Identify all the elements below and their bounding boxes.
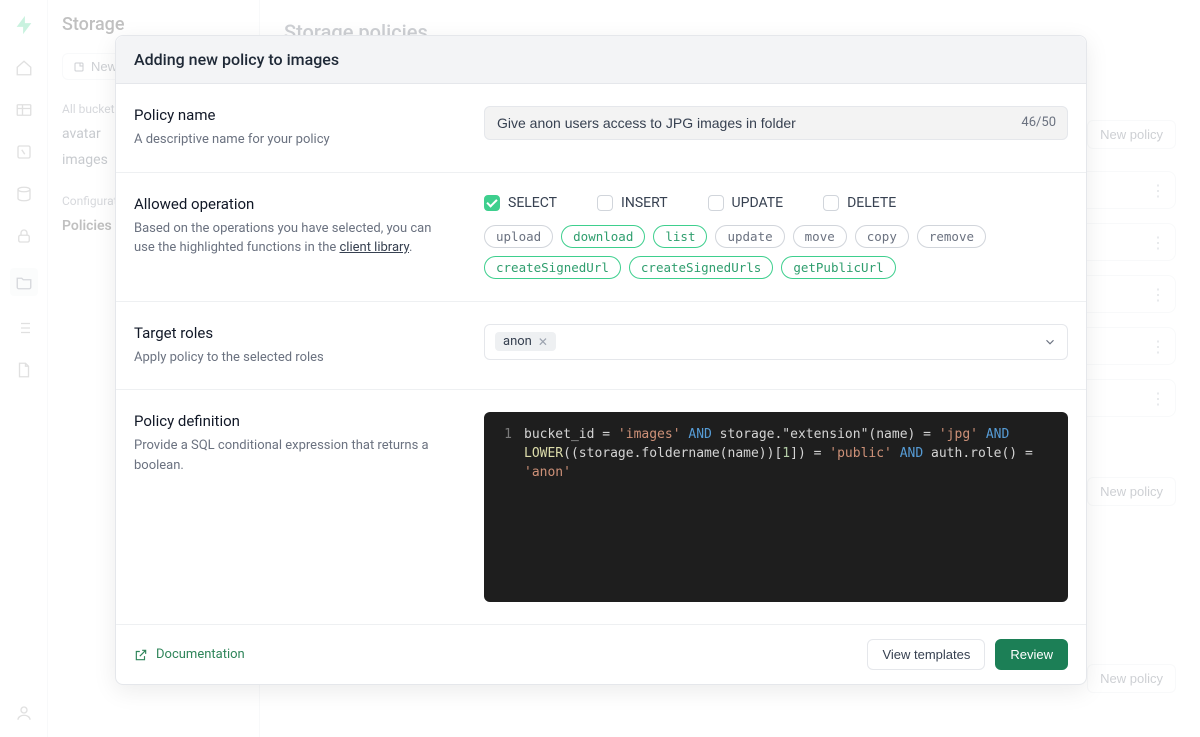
target-roles-label: Target roles [134, 324, 454, 342]
modal-header: Adding new policy to images [116, 36, 1086, 84]
allowed-op-label: Allowed operation [134, 195, 454, 213]
function-pill-getPublicUrl: getPublicUrl [781, 256, 895, 279]
policy-def-desc: Provide a SQL conditional expression tha… [134, 436, 454, 475]
policy-def-label: Policy definition [134, 412, 454, 430]
checkbox[interactable] [708, 195, 724, 211]
allowed-op-desc: Based on the operations you have selecte… [134, 219, 454, 258]
section-allowed-operation: Allowed operation Based on the operation… [116, 173, 1086, 302]
function-pill-upload: upload [484, 225, 553, 248]
policy-name-desc: A descriptive name for your policy [134, 130, 454, 150]
policy-name-input[interactable] [484, 106, 1068, 140]
function-pill-remove: remove [917, 225, 986, 248]
operation-select[interactable]: SELECT [484, 195, 557, 211]
operation-update[interactable]: UPDATE [708, 195, 784, 211]
function-pill-update: update [715, 225, 784, 248]
chevron-down-icon [1043, 335, 1057, 349]
operation-label: UPDATE [732, 195, 784, 211]
operation-label: DELETE [847, 195, 896, 211]
documentation-link[interactable]: Documentation [134, 647, 245, 662]
code-editor[interactable]: 1 bucket_id = 'images' AND storage."exte… [484, 412, 1068, 602]
modal-footer: Documentation View templates Review [116, 624, 1086, 684]
code-content: bucket_id = 'images' AND storage."extens… [524, 426, 1068, 483]
function-pill-move: move [793, 225, 847, 248]
modal: Adding new policy to images Policy name … [115, 35, 1087, 685]
line-number: 1 [484, 426, 524, 483]
section-target-roles: Target roles Apply policy to the selecte… [116, 302, 1086, 391]
roles-select[interactable]: anon ✕ [484, 324, 1068, 360]
operation-insert[interactable]: INSERT [597, 195, 668, 211]
function-pill-list: list [653, 225, 707, 248]
operation-label: INSERT [621, 195, 668, 211]
role-chip: anon ✕ [495, 332, 556, 351]
function-pill-download: download [561, 225, 645, 248]
operation-label: SELECT [508, 195, 557, 211]
target-roles-desc: Apply policy to the selected roles [134, 348, 454, 368]
checkbox[interactable] [823, 195, 839, 211]
modal-title: Adding new policy to images [134, 50, 1068, 69]
section-policy-definition: Policy definition Provide a SQL conditio… [116, 390, 1086, 624]
remove-role-icon[interactable]: ✕ [538, 335, 548, 349]
view-templates-button[interactable]: View templates [867, 639, 985, 670]
section-policy-name: Policy name A descriptive name for your … [116, 84, 1086, 173]
functions-row: upload download list update move copy remove cr… [484, 225, 1068, 279]
function-pill-createSignedUrls: createSignedUrls [629, 256, 773, 279]
policy-name-label: Policy name [134, 106, 454, 124]
function-pill-copy: copy [855, 225, 909, 248]
function-pill-createSignedUrl: createSignedUrl [484, 256, 621, 279]
review-button[interactable]: Review [995, 639, 1068, 670]
char-counter: 46/50 [1021, 115, 1056, 130]
operation-delete[interactable]: DELETE [823, 195, 896, 211]
operations-row: SELECT INSERT UPDATE DELETE [484, 195, 1068, 211]
checkbox[interactable] [597, 195, 613, 211]
client-library-link[interactable]: client library [340, 240, 410, 255]
checkbox[interactable] [484, 195, 500, 211]
